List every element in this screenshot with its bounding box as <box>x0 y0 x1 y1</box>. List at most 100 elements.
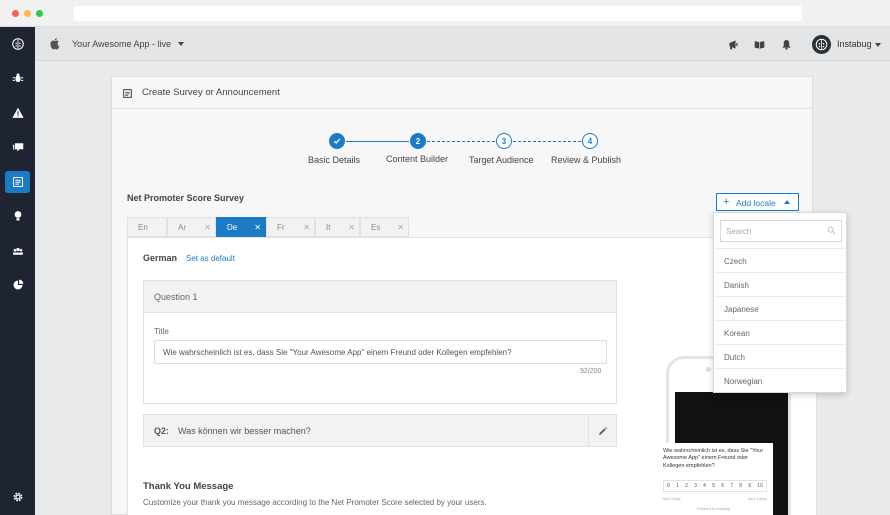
chat-icon[interactable] <box>5 136 30 158</box>
step-label-content-builder[interactable]: Content Builder <box>386 154 448 164</box>
question-1-title: Question 1 <box>154 292 198 302</box>
step-2-circle[interactable]: 2 <box>410 133 426 149</box>
megaphone-icon[interactable] <box>728 39 739 50</box>
close-icon[interactable]: ✕ <box>397 223 404 232</box>
nps-scale: 0 1 2 3 4 5 6 7 8 9 10 <box>663 480 767 492</box>
locale-search-input[interactable]: Search <box>720 220 842 242</box>
step-3-circle[interactable]: 3 <box>496 133 512 149</box>
nps-scale-labels: Not Likely Very Likely <box>663 496 767 501</box>
analytics-icon[interactable] <box>5 274 30 296</box>
add-locale-label: Add locale <box>736 198 776 208</box>
step-label-basic-details[interactable]: Basic Details <box>308 155 360 165</box>
users-icon[interactable] <box>5 240 30 262</box>
bug-icon[interactable] <box>5 67 30 89</box>
title-input[interactable]: Wie wahrscheinlich ist es, dass Sie "You… <box>154 340 607 364</box>
nps-score-option[interactable]: 6 <box>721 483 724 489</box>
apple-icon <box>50 38 60 50</box>
plus-icon: + <box>723 196 730 208</box>
browser-chrome <box>0 0 890 27</box>
nps-score-option[interactable]: 5 <box>712 483 715 489</box>
locale-option-dutch[interactable]: Dutch <box>714 344 846 368</box>
left-nav <box>0 27 35 515</box>
tab-label: Ar <box>178 223 186 232</box>
step-label-target-audience[interactable]: Target Audience <box>469 155 534 165</box>
nps-score-option[interactable]: 1 <box>676 483 679 489</box>
address-bar[interactable] <box>74 6 802 21</box>
book-icon[interactable] <box>754 39 765 50</box>
locale-dropdown: Search Czech Danish Japanese Korean Dutc… <box>713 212 847 393</box>
nps-score-option[interactable]: 8 <box>739 483 742 489</box>
language-tabs: En Ar ✕ De ✕ Fr ✕ It ✕ Es ✕ <box>127 217 412 237</box>
nps-score-option[interactable]: 10 <box>757 483 763 489</box>
nps-score-option[interactable]: 7 <box>730 483 733 489</box>
close-icon[interactable]: ✕ <box>348 223 355 232</box>
char-count: 92/200 <box>580 368 602 375</box>
app-selector[interactable]: Your Awesome App - live <box>72 39 171 49</box>
low-label: Not Likely <box>663 496 681 501</box>
card-header: Create Survey or Announcement <box>112 77 812 109</box>
locale-option-japanese[interactable]: Japanese <box>714 296 846 320</box>
tab-it[interactable]: It ✕ <box>315 217 360 237</box>
nps-score-option[interactable]: 3 <box>694 483 697 489</box>
phone-camera <box>706 367 711 372</box>
user-menu[interactable]: Instabug <box>837 39 872 49</box>
minimize-window-button[interactable] <box>24 10 31 17</box>
step-1-check-icon[interactable] <box>329 133 345 149</box>
question-1-card: Question 1 Title Wie wahrscheinlich ist … <box>143 280 617 404</box>
chevron-down-icon[interactable] <box>875 43 881 47</box>
tab-label: En <box>138 223 148 232</box>
chevron-down-icon[interactable] <box>178 42 184 46</box>
chevron-up-icon <box>784 200 790 204</box>
maximize-window-button[interactable] <box>36 10 43 17</box>
close-icon[interactable]: ✕ <box>303 223 310 232</box>
tab-ar[interactable]: Ar ✕ <box>167 217 216 237</box>
search-icon <box>827 226 836 235</box>
step-label-review-publish[interactable]: Review & Publish <box>551 155 621 165</box>
tab-label: Fr <box>277 223 285 232</box>
close-window-button[interactable] <box>12 10 19 17</box>
question-2-card[interactable]: Q2: Was können wir besser machen? <box>143 414 617 447</box>
survey-icon <box>123 89 132 98</box>
powered-by: Powered by Instabug <box>697 507 730 511</box>
page-title: Create Survey or Announcement <box>142 87 280 98</box>
question-1-header[interactable]: Question 1 <box>144 281 616 313</box>
tab-label: It <box>326 223 331 232</box>
nps-score-option[interactable]: 9 <box>748 483 751 489</box>
tab-label: De <box>227 223 238 232</box>
step-connector <box>513 141 581 142</box>
question-2-number: Q2: <box>154 426 170 436</box>
feature-request-icon[interactable] <box>5 205 30 227</box>
locale-option-norwegian[interactable]: Norwegian <box>714 368 846 392</box>
warning-icon[interactable] <box>5 102 30 124</box>
phone-question: Wie wahrscheinlich ist es, dass Sie "You… <box>663 448 764 469</box>
tab-label: Es <box>371 223 381 232</box>
avatar[interactable] <box>812 35 831 54</box>
nps-score-option[interactable]: 0 <box>667 483 670 489</box>
tab-es[interactable]: Es ✕ <box>360 217 409 237</box>
tab-en[interactable]: En <box>127 217 167 237</box>
settings-icon[interactable] <box>5 486 30 508</box>
pencil-icon <box>599 426 608 435</box>
locale-name: German <box>143 253 178 263</box>
nps-score-option[interactable]: 4 <box>703 483 706 489</box>
close-icon[interactable]: ✕ <box>254 223 261 232</box>
locale-option-czech[interactable]: Czech <box>714 248 846 272</box>
nps-score-option[interactable]: 2 <box>685 483 688 489</box>
bell-icon[interactable] <box>781 39 792 50</box>
edit-question-button[interactable] <box>588 415 617 446</box>
add-locale-button[interactable]: + Add locale <box>716 193 799 211</box>
locale-option-danish[interactable]: Danish <box>714 272 846 296</box>
survey-icon[interactable] <box>5 171 30 193</box>
phone-prompt: Wie wahrscheinlich ist es, dass Sie "You… <box>657 443 773 515</box>
close-icon[interactable]: ✕ <box>204 223 211 232</box>
logo-icon[interactable] <box>5 33 30 55</box>
title-label: Title <box>154 327 169 336</box>
tab-fr[interactable]: Fr ✕ <box>266 217 315 237</box>
tab-de[interactable]: De ✕ <box>216 217 266 237</box>
question-2-text: Was können wir besser machen? <box>178 426 311 436</box>
thank-you-title: Thank You Message <box>143 481 234 492</box>
step-connector <box>346 141 409 142</box>
step-4-circle[interactable]: 4 <box>582 133 598 149</box>
locale-option-korean[interactable]: Korean <box>714 320 846 344</box>
set-default-link[interactable]: Set as default <box>186 254 235 263</box>
